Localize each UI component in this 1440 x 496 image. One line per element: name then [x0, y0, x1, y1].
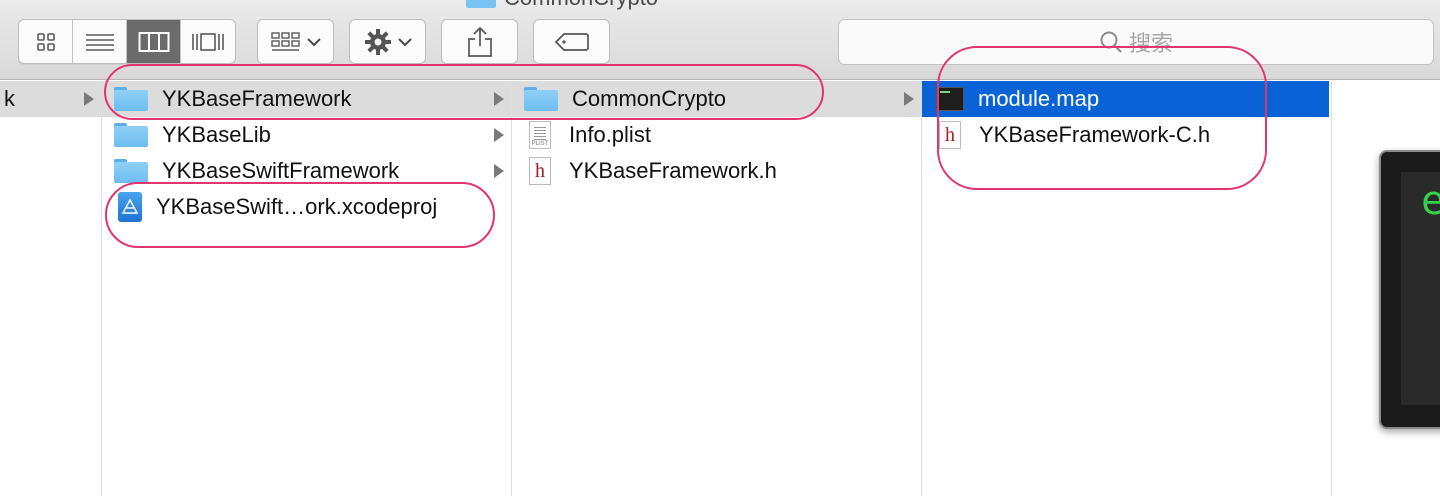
item-label: YKBaseFramework: [162, 86, 352, 111]
disclosure-arrow-icon: [494, 164, 504, 178]
header-file-icon: h: [939, 121, 961, 149]
text-lines-graphic: [534, 127, 546, 141]
list-item[interactable]: YKBaseSwift…ork.xcodeproj: [102, 189, 511, 225]
list-item[interactable]: YKBaseLib: [102, 117, 511, 153]
disclosure-arrow-icon: [494, 128, 504, 142]
column-parent: k: [0, 81, 102, 496]
cover-flow-view-button[interactable]: [181, 20, 235, 63]
hammer-icon: [121, 198, 139, 214]
disclosure-arrow-icon: [494, 92, 504, 106]
item-label: YKBaseFramework-C.h: [979, 122, 1211, 147]
group-icon: [270, 31, 300, 51]
icon-view-button[interactable]: [19, 20, 73, 63]
item-label: Info.plist: [569, 122, 651, 147]
item-label: YKBaseLib: [162, 122, 271, 147]
folder-icon: [466, 0, 496, 8]
item-label: YKBaseFramework.h: [569, 158, 777, 183]
folder-icon: [114, 123, 148, 147]
group-button[interactable]: [257, 19, 334, 64]
list-view-button[interactable]: [73, 20, 127, 63]
column-commoncrypto: module.map h YKBaseFramework-C.h: [922, 81, 1332, 496]
folder-icon: [114, 87, 148, 111]
column-view-button[interactable]: [127, 20, 181, 63]
chevron-down-icon: [397, 37, 412, 46]
list-item-selected[interactable]: module.map: [922, 81, 1329, 117]
gear-icon: [364, 28, 391, 55]
list-view-icon: [85, 33, 114, 51]
list-item[interactable]: k: [0, 81, 101, 117]
item-label: module.map: [978, 86, 1100, 111]
tag-icon: [554, 32, 589, 51]
chevron-down-icon: [306, 37, 321, 46]
list-item[interactable]: h YKBaseFramework.h: [512, 153, 921, 189]
terminal-window-preview[interactable]: e: [1379, 150, 1440, 429]
share-icon: [467, 26, 492, 57]
action-button[interactable]: [349, 19, 426, 64]
list-item[interactable]: YKBaseSwiftFramework: [102, 153, 511, 189]
header-glyph: h: [945, 124, 955, 146]
window-title-text: CommonCrypto: [504, 0, 658, 11]
item-label: YKBaseSwift…ork.xcodeproj: [156, 194, 438, 219]
list-item[interactable]: CommonCrypto: [512, 81, 921, 117]
header-glyph: h: [535, 160, 545, 182]
view-mode-control: [18, 19, 236, 64]
disclosure-arrow-icon: [904, 92, 914, 106]
plist-caption: PLIST: [531, 141, 549, 147]
search-icon: [1100, 31, 1122, 53]
item-label: CommonCrypto: [572, 86, 727, 111]
disclosure-arrow-icon: [84, 92, 94, 106]
terminal-file-icon: [936, 87, 964, 111]
folder-icon: [114, 159, 148, 183]
icon-view-icon: [36, 32, 55, 51]
list-item[interactable]: YKBaseFramework: [102, 81, 511, 117]
cover-flow-icon: [192, 32, 224, 51]
tag-button[interactable]: [533, 19, 610, 64]
toolbar: CommonCrypto: [0, 0, 1440, 80]
search-placeholder: 搜索: [1128, 31, 1173, 56]
share-button[interactable]: [441, 19, 518, 64]
column-project: YKBaseFramework YKBaseLib YKBaseSwiftFra…: [102, 81, 512, 496]
list-item[interactable]: PLIST Info.plist: [512, 117, 921, 153]
terminal-glyph: e: [1421, 178, 1440, 224]
header-file-icon: h: [529, 157, 551, 185]
item-label: YKBaseSwiftFramework: [162, 158, 400, 183]
window-title: CommonCrypto: [466, 0, 658, 10]
folder-icon: [524, 87, 558, 111]
xcode-project-icon: [118, 192, 142, 222]
plist-file-icon: PLIST: [529, 121, 551, 149]
search-field[interactable]: 搜索: [838, 19, 1434, 65]
column-view-icon: [138, 31, 169, 52]
column-framework: CommonCrypto PLIST Info.plist h YKBaseFr…: [512, 81, 922, 496]
item-label: k: [4, 86, 15, 111]
list-item[interactable]: h YKBaseFramework-C.h: [922, 117, 1331, 153]
